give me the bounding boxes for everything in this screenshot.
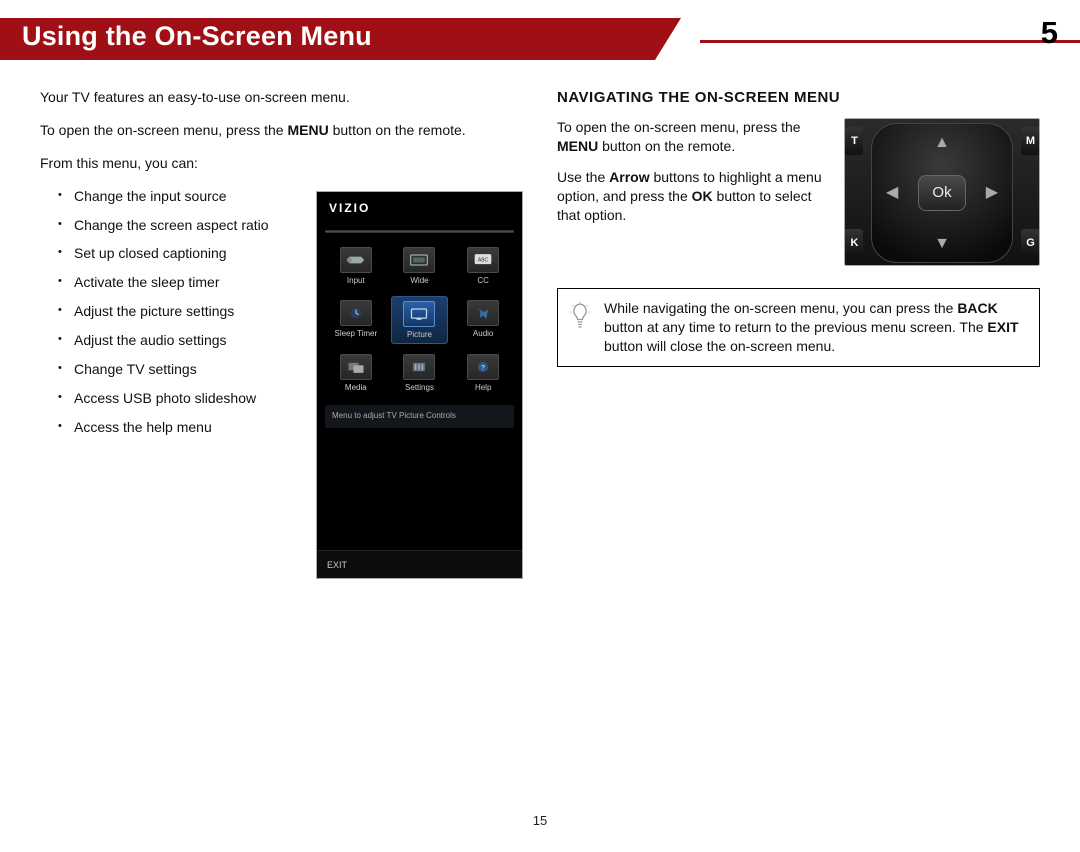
list-item: Set up closed captioning (58, 244, 300, 263)
chapter-banner: Using the On-Screen Menu 5 (0, 18, 1080, 60)
tv-tile-sleep: Sleep Timer (327, 296, 385, 345)
tv-separator (325, 230, 514, 233)
tv-exit: EXIT (327, 559, 347, 571)
ok-button-icon: Ok (918, 175, 966, 211)
svg-text:?: ? (481, 365, 485, 372)
tv-tile-help: ? Help (454, 350, 512, 397)
audio-icon (467, 300, 499, 326)
nav-paragraph-2: Use the Arrow buttons to highlight a men… (557, 168, 832, 225)
tip-box: While navigating the on-screen menu, you… (557, 288, 1040, 367)
from-menu-paragraph: From this menu, you can: (40, 154, 523, 173)
picture-icon (403, 301, 435, 327)
wide-icon (403, 247, 435, 273)
svg-text:ABC: ABC (478, 258, 489, 264)
input-icon (340, 247, 372, 273)
tv-menu-screenshot: VIZIO Input Wide ABC CC (316, 191, 523, 579)
left-column: Your TV features an easy-to-use on-scree… (40, 88, 523, 579)
list-item: Adjust the audio settings (58, 331, 300, 350)
tv-tile-settings: Settings (391, 350, 449, 397)
tv-brand: VIZIO (325, 200, 514, 216)
banner-stripe (700, 40, 1080, 43)
remote-corner-tr: M (1021, 127, 1039, 155)
list-item: Change the screen aspect ratio (58, 216, 300, 235)
arrow-up-icon: ▲ (934, 132, 950, 154)
right-column: NAVIGATING THE ON-SCREEN MENU To open th… (557, 88, 1040, 579)
list-item: Adjust the picture settings (58, 302, 300, 321)
media-icon (340, 354, 372, 380)
banner-angle (655, 18, 681, 60)
open-menu-paragraph: To open the on-screen menu, press the ME… (40, 121, 523, 140)
list-item: Access USB photo slideshow (58, 389, 300, 408)
arrow-right-icon: ▶ (986, 182, 998, 204)
nav-paragraph-1: To open the on-screen menu, press the ME… (557, 118, 832, 156)
tv-menu-grid: Input Wide ABC CC Sleep Timer (325, 243, 514, 397)
list-item: Activate the sleep timer (58, 273, 300, 292)
tip-text: While navigating the on-screen menu, you… (604, 299, 1027, 356)
page-title: Using the On-Screen Menu (22, 21, 372, 52)
remote-corner-bl: K (845, 229, 863, 257)
arrow-left-icon: ◀ (886, 182, 898, 204)
list-item: Change the input source (58, 187, 300, 206)
list-item: Access the help menu (58, 418, 300, 437)
remote-dpad-image: T M K G ▲ ▼ ◀ ▶ Ok (844, 118, 1040, 266)
tv-tile-picture: Picture (391, 296, 449, 345)
arrow-down-icon: ▼ (934, 233, 950, 255)
chapter-number: 5 (1041, 15, 1058, 51)
lightbulb-icon (568, 299, 592, 356)
cc-icon: ABC (467, 247, 499, 273)
intro-paragraph: Your TV features an easy-to-use on-scree… (40, 88, 523, 107)
page-content: Your TV features an easy-to-use on-scree… (0, 88, 1080, 579)
dpad: ▲ ▼ ◀ ▶ Ok (871, 123, 1013, 263)
section-heading: NAVIGATING THE ON-SCREEN MENU (557, 88, 1040, 108)
tv-tile-input: Input (327, 243, 385, 290)
tv-tile-wide: Wide (391, 243, 449, 290)
remote-corner-tl: T (845, 127, 863, 155)
tv-hint: Menu to adjust TV Picture Controls (325, 405, 514, 428)
page-number-footer: 15 (0, 813, 1080, 828)
remote-corner-br: G (1021, 229, 1039, 257)
tv-tile-cc: ABC CC (454, 243, 512, 290)
tv-tile-audio: Audio (454, 296, 512, 345)
capability-list: Change the input source Change the scree… (58, 187, 300, 437)
clock-icon (340, 300, 372, 326)
list-item: Change TV settings (58, 360, 300, 379)
tv-bottom-bar (317, 550, 522, 578)
settings-icon (403, 354, 435, 380)
help-icon: ? (467, 354, 499, 380)
tv-tile-media: Media (327, 350, 385, 397)
